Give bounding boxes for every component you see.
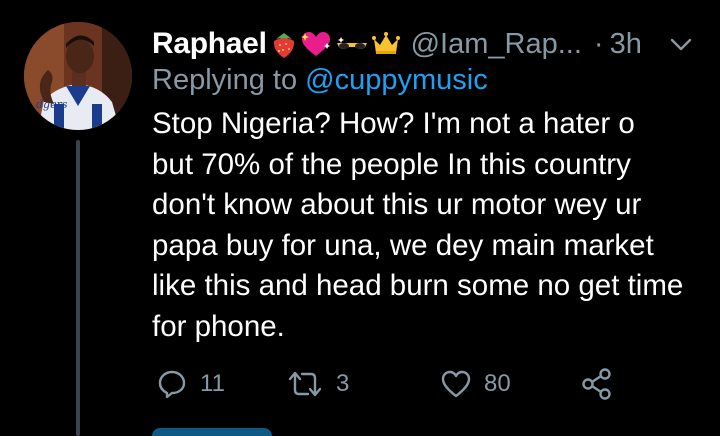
avatar-photo: dgers — [24, 22, 132, 130]
name-emojis — [271, 29, 401, 59]
tweet-text-line: papa buy for una, we dey main market — [152, 228, 654, 262]
reply-count: 11 — [200, 370, 225, 397]
crown-icon — [371, 32, 400, 54]
replying-to-label: Replying to — [152, 64, 306, 96]
thread-line — [76, 140, 80, 436]
retweet-icon — [288, 371, 322, 397]
tweet-actions: 11 3 80 — [156, 364, 696, 404]
tweet[interactable]: dgers Raphael @Iam_Rap... · 3h Replying … — [0, 0, 720, 436]
user-handle[interactable]: @Iam_Rap... — [411, 28, 582, 61]
sparkling-heart-icon — [300, 32, 330, 56]
tweet-header: Raphael @Iam_Rap... · 3h — [152, 24, 696, 64]
dot-separator: · — [593, 27, 604, 60]
tweet-text-line: but 70% of the people In this country — [152, 147, 631, 181]
share-icon — [582, 368, 611, 400]
retweet-button[interactable]: 3 — [286, 364, 349, 404]
replying-to: Replying to @cuppymusic — [152, 64, 488, 97]
show-thread-link[interactable] — [152, 428, 292, 436]
tweet-text-line: don't know about this ur motor wey ur — [152, 188, 642, 221]
tweet-text-line: Stop Nigeria? How? I'm not a hater o — [152, 107, 635, 140]
share-button[interactable] — [580, 364, 614, 404]
tweet-text: Stop Nigeria? How? I'm not a hater o but… — [152, 104, 712, 347]
like-button[interactable]: 80 — [440, 364, 511, 404]
like-count: 80 — [484, 370, 511, 397]
retweet-count: 3 — [336, 370, 350, 397]
display-name[interactable]: Raphael — [152, 27, 267, 61]
chevron-down-icon[interactable] — [668, 32, 694, 58]
timestamp[interactable]: 3h — [610, 28, 642, 61]
avatar[interactable]: dgers — [24, 22, 132, 130]
tweet-text-line: for phone. — [152, 309, 285, 343]
reply-icon — [158, 370, 186, 399]
strawberry-icon — [273, 33, 294, 58]
reply-button[interactable]: 11 — [156, 364, 225, 404]
sunglasses-icon — [336, 37, 367, 49]
heart-icon — [441, 370, 471, 398]
replying-to-mention[interactable]: @cuppymusic — [305, 64, 488, 96]
tweet-text-line: like this and head burn some no get time — [152, 269, 684, 302]
show-thread-link-peek — [152, 428, 272, 436]
